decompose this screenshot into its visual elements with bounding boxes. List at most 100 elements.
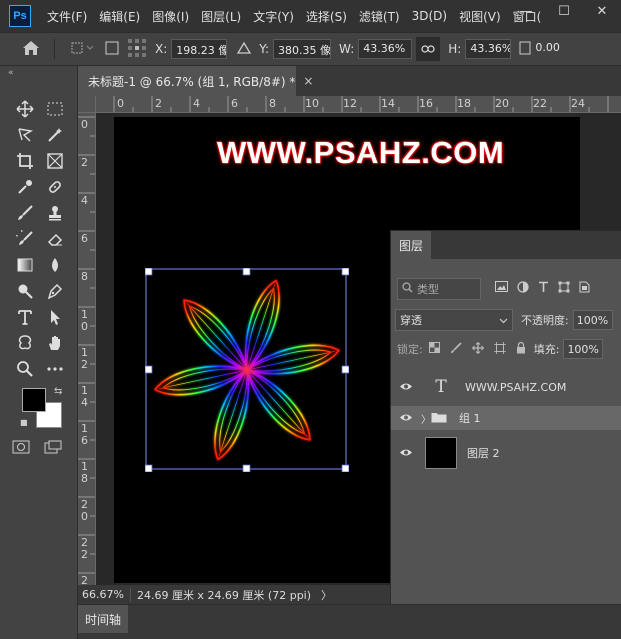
crop-tool-icon[interactable]: [10, 148, 40, 174]
layers-tab[interactable]: 图层: [391, 231, 431, 259]
more-tools-icon[interactable]: [40, 356, 70, 382]
status-menu-arrow-icon[interactable]: 〉: [321, 587, 332, 603]
screen-mode-icon[interactable]: [44, 440, 62, 458]
custom-shape-tool-icon[interactable]: [10, 330, 40, 356]
eraser-tool-icon[interactable]: [40, 226, 70, 252]
x-field[interactable]: 198.23 像素: [171, 39, 228, 59]
type-tool-icon[interactable]: [10, 304, 40, 330]
collapse-panel-icon[interactable]: «: [8, 68, 14, 78]
healing-brush-tool-icon[interactable]: [40, 174, 70, 200]
swap-colors-icon[interactable]: ⇆: [54, 386, 62, 397]
smart-object-filter-icon[interactable]: [579, 281, 590, 297]
ruler-origin[interactable]: [78, 96, 96, 113]
window-controls: — ☐ ✕: [507, 0, 621, 22]
reference-point-checkbox[interactable]: [105, 41, 119, 58]
dodge-tool-icon[interactable]: [10, 278, 40, 304]
brush-tool-icon[interactable]: [10, 200, 40, 226]
timeline-tab[interactable]: 时间轴: [78, 605, 128, 633]
pen-tool-icon[interactable]: [40, 278, 70, 304]
menu-layer[interactable]: 图层(L): [195, 8, 247, 25]
default-colors-icon[interactable]: ■: [20, 418, 28, 427]
close-button[interactable]: ✕: [583, 4, 621, 19]
frame-tool-icon[interactable]: [40, 148, 70, 174]
reference-point-grid-icon[interactable]: [127, 38, 147, 61]
move-tool-icon[interactable]: [10, 96, 40, 122]
lock-icons: [428, 341, 526, 357]
menu-file[interactable]: 文件(F): [41, 8, 93, 25]
shape-filter-icon[interactable]: [558, 281, 570, 297]
flower-artwork[interactable]: [145, 268, 349, 472]
layer-row-group[interactable]: 〉 组 1: [391, 406, 621, 430]
foreground-color-swatch[interactable]: [22, 388, 46, 412]
layer-filter-label: 类型: [417, 283, 439, 296]
lock-position-icon[interactable]: [471, 341, 484, 357]
transform-tool-icon[interactable]: [69, 40, 95, 59]
eyedropper-tool-icon[interactable]: [10, 174, 40, 200]
menu-select[interactable]: 选择(S): [300, 8, 353, 25]
status-bar: 66.67% 24.69 厘米 x 24.69 厘米 (72 ppi) 〉: [78, 585, 390, 604]
gradient-tool-icon[interactable]: [10, 252, 40, 278]
visibility-eye-icon[interactable]: [391, 380, 421, 394]
lock-all-icon[interactable]: [516, 341, 526, 357]
minimize-button[interactable]: —: [507, 4, 545, 19]
document-tab[interactable]: 未标题-1 @ 66.7% (组 1, RGB/8#) * ×: [78, 66, 313, 96]
layer-row-text[interactable]: T WWW.PSAHZ.COM: [391, 370, 621, 404]
visibility-eye-icon[interactable]: [391, 446, 421, 460]
link-icon[interactable]: [416, 37, 441, 61]
clone-stamp-tool-icon[interactable]: [40, 200, 70, 226]
horizontal-ruler[interactable]: 0 2 4 6 8 10 12 14 16 18 20 22 24: [96, 96, 621, 113]
path-selection-tool-icon[interactable]: [40, 304, 70, 330]
ruler-h-label: 10: [305, 97, 319, 110]
zoom-tool-icon[interactable]: [10, 356, 40, 382]
menu-image[interactable]: 图像(I): [146, 8, 195, 25]
blend-mode-value: 穿透: [400, 314, 422, 327]
menu-filter[interactable]: 滤镜(T): [353, 8, 406, 25]
blend-mode-select[interactable]: 穿透: [395, 309, 513, 331]
lock-image-pixels-icon[interactable]: [450, 341, 462, 357]
ruler-h-label: 24: [571, 97, 585, 110]
color-swatches: ⇆ ■: [20, 386, 66, 432]
w-label: W:: [339, 42, 355, 56]
menu-view[interactable]: 视图(V): [453, 8, 507, 25]
type-filter-icon[interactable]: [538, 281, 549, 297]
rotate-icon[interactable]: [519, 41, 531, 58]
lock-transparent-pixels-icon[interactable]: [428, 341, 440, 357]
ruler-h-label: 20: [495, 97, 509, 110]
close-document-icon[interactable]: ×: [303, 74, 313, 88]
adjustment-filter-icon[interactable]: [517, 281, 529, 297]
document-info: 24.69 厘米 x 24.69 厘米 (72 ppi): [136, 588, 312, 602]
zoom-level[interactable]: 66.67%: [82, 588, 124, 601]
width-field[interactable]: 43.36%: [358, 39, 413, 59]
image-filter-icon[interactable]: [495, 281, 508, 297]
angle-field[interactable]: 0.00: [531, 39, 571, 59]
expand-group-icon[interactable]: 〉: [421, 411, 431, 426]
maximize-button[interactable]: ☐: [545, 4, 583, 19]
menu-type[interactable]: 文字(Y): [247, 8, 300, 25]
menu-3d[interactable]: 3D(D): [406, 9, 453, 23]
h-label: H:: [448, 42, 462, 56]
history-brush-tool-icon[interactable]: [10, 226, 40, 252]
quick-mask-icon[interactable]: [12, 440, 30, 458]
lock-artboard-icon[interactable]: [493, 341, 506, 357]
blur-tool-icon[interactable]: [40, 252, 70, 278]
magic-wand-tool-icon[interactable]: [40, 122, 70, 148]
vertical-ruler[interactable]: 0 2 4 6 8 10 12 14 16 18 20 22 24: [78, 113, 96, 585]
layer-row-pixel[interactable]: 图层 2: [391, 434, 621, 472]
layer-name: WWW.PSAHZ.COM: [465, 380, 567, 394]
y-field[interactable]: 380.35 像素: [273, 39, 332, 59]
home-icon[interactable]: [22, 40, 40, 59]
ruler-v-label: 22: [81, 536, 88, 561]
visibility-eye-icon[interactable]: [391, 411, 421, 425]
hand-tool-icon[interactable]: [40, 330, 70, 356]
fill-field[interactable]: 100%: [563, 339, 604, 359]
menu-edit[interactable]: 编辑(E): [93, 8, 146, 25]
marquee-tool-icon[interactable]: [40, 96, 70, 122]
opacity-field[interactable]: 100%: [572, 310, 613, 330]
lasso-tool-icon[interactable]: [10, 122, 40, 148]
delta-icon[interactable]: [237, 41, 252, 57]
height-field[interactable]: 43.36%: [465, 39, 512, 59]
layer-filter-select[interactable]: 类型: [397, 278, 481, 300]
y-label: Y:: [259, 42, 270, 56]
photoshop-logo[interactable]: Ps: [9, 5, 31, 27]
canvas-site-text[interactable]: WWW.PSAHZ.COM: [217, 135, 504, 171]
